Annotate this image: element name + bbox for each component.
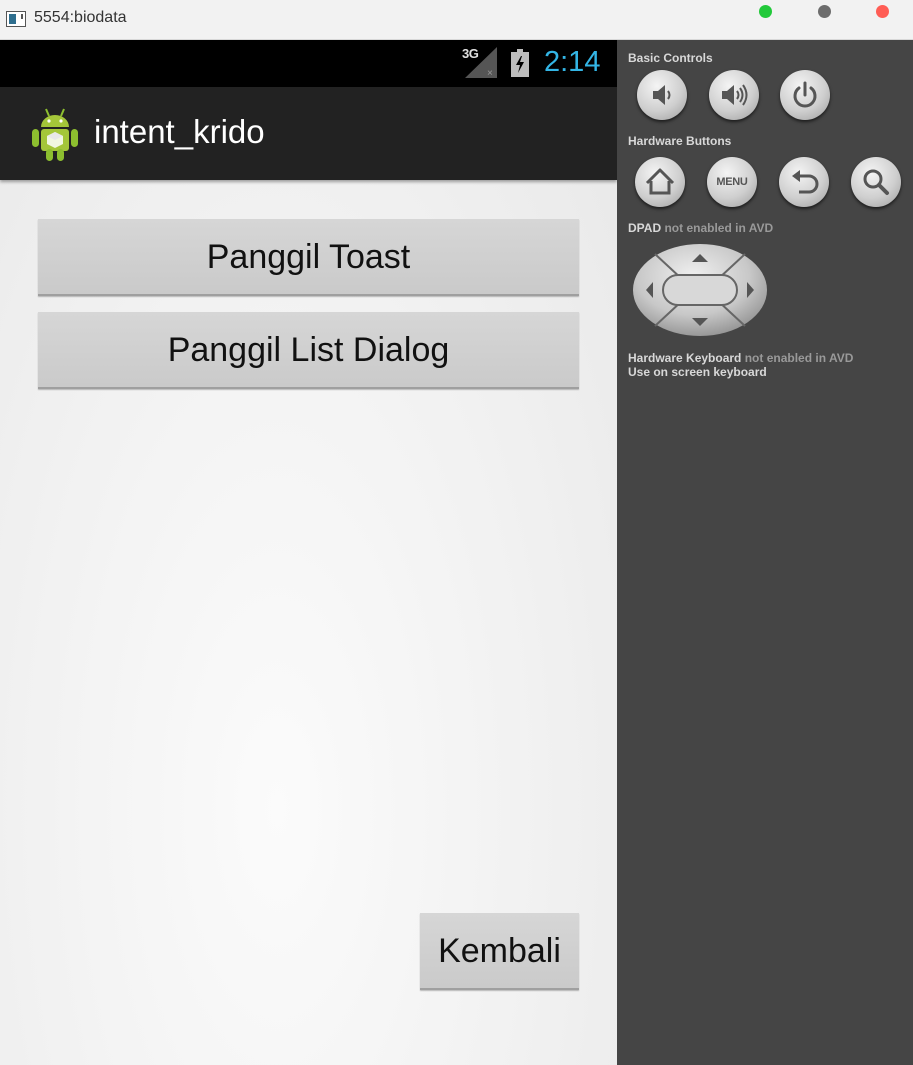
search-icon bbox=[863, 169, 889, 195]
close-button[interactable] bbox=[876, 5, 889, 18]
device-screen: × 3G 2:14 intent_krido Panggil Toast Pan… bbox=[0, 40, 617, 1065]
back-button[interactable] bbox=[779, 157, 829, 207]
menu-label: MENU bbox=[716, 176, 748, 188]
dpad-note: not enabled in AVD bbox=[664, 221, 774, 235]
volume-down-button[interactable] bbox=[637, 70, 687, 120]
emulator-app-icon bbox=[6, 11, 26, 27]
panggil-toast-button[interactable]: Panggil Toast bbox=[38, 219, 579, 296]
dpad-control[interactable] bbox=[631, 242, 769, 338]
window-title-bar: 5554:biodata bbox=[0, 0, 913, 40]
status-clock: 2:14 bbox=[544, 46, 601, 78]
minimize-button[interactable] bbox=[818, 5, 831, 18]
home-button[interactable] bbox=[635, 157, 685, 207]
panggil-list-dialog-button[interactable]: Panggil List Dialog bbox=[38, 312, 579, 389]
dpad-title: DPAD bbox=[628, 221, 662, 235]
power-button[interactable] bbox=[780, 70, 830, 120]
action-bar: intent_krido bbox=[0, 87, 617, 180]
home-icon bbox=[645, 168, 675, 195]
status-bar: × 3G 2:14 bbox=[0, 40, 617, 87]
android-robot-icon bbox=[32, 108, 78, 161]
volume-up-button[interactable] bbox=[709, 70, 759, 120]
hardware-buttons-label: Hardware Buttons bbox=[628, 134, 732, 148]
battery-charging-icon bbox=[511, 49, 529, 77]
volume-down-icon bbox=[653, 85, 671, 105]
menu-button[interactable]: MENU bbox=[707, 157, 757, 207]
keyboard-title: Hardware Keyboard bbox=[628, 351, 742, 365]
window-title: 5554:biodata bbox=[34, 9, 127, 26]
keyboard-note: not enabled in AVD bbox=[744, 351, 854, 365]
kembali-button[interactable]: Kembali bbox=[420, 913, 579, 990]
search-button[interactable] bbox=[851, 157, 901, 207]
back-arrow-icon bbox=[792, 170, 819, 194]
dpad-label: DPAD not enabled in AVD bbox=[628, 221, 773, 235]
screen-keyboard-label: Use on screen keyboard bbox=[628, 365, 767, 379]
network-type-label: 3G bbox=[462, 46, 479, 61]
volume-up-icon bbox=[722, 84, 748, 106]
basic-controls-label: Basic Controls bbox=[628, 51, 713, 65]
power-icon bbox=[793, 81, 817, 108]
emulator-controls-panel: Basic Controls Hardware Buttons MENU DPA… bbox=[617, 40, 913, 1065]
hardware-keyboard-label: Hardware Keyboard not enabled in AVD bbox=[628, 351, 853, 365]
maximize-button[interactable] bbox=[759, 5, 772, 18]
app-title: intent_krido bbox=[94, 113, 265, 150]
svg-text:×: × bbox=[487, 68, 493, 78]
